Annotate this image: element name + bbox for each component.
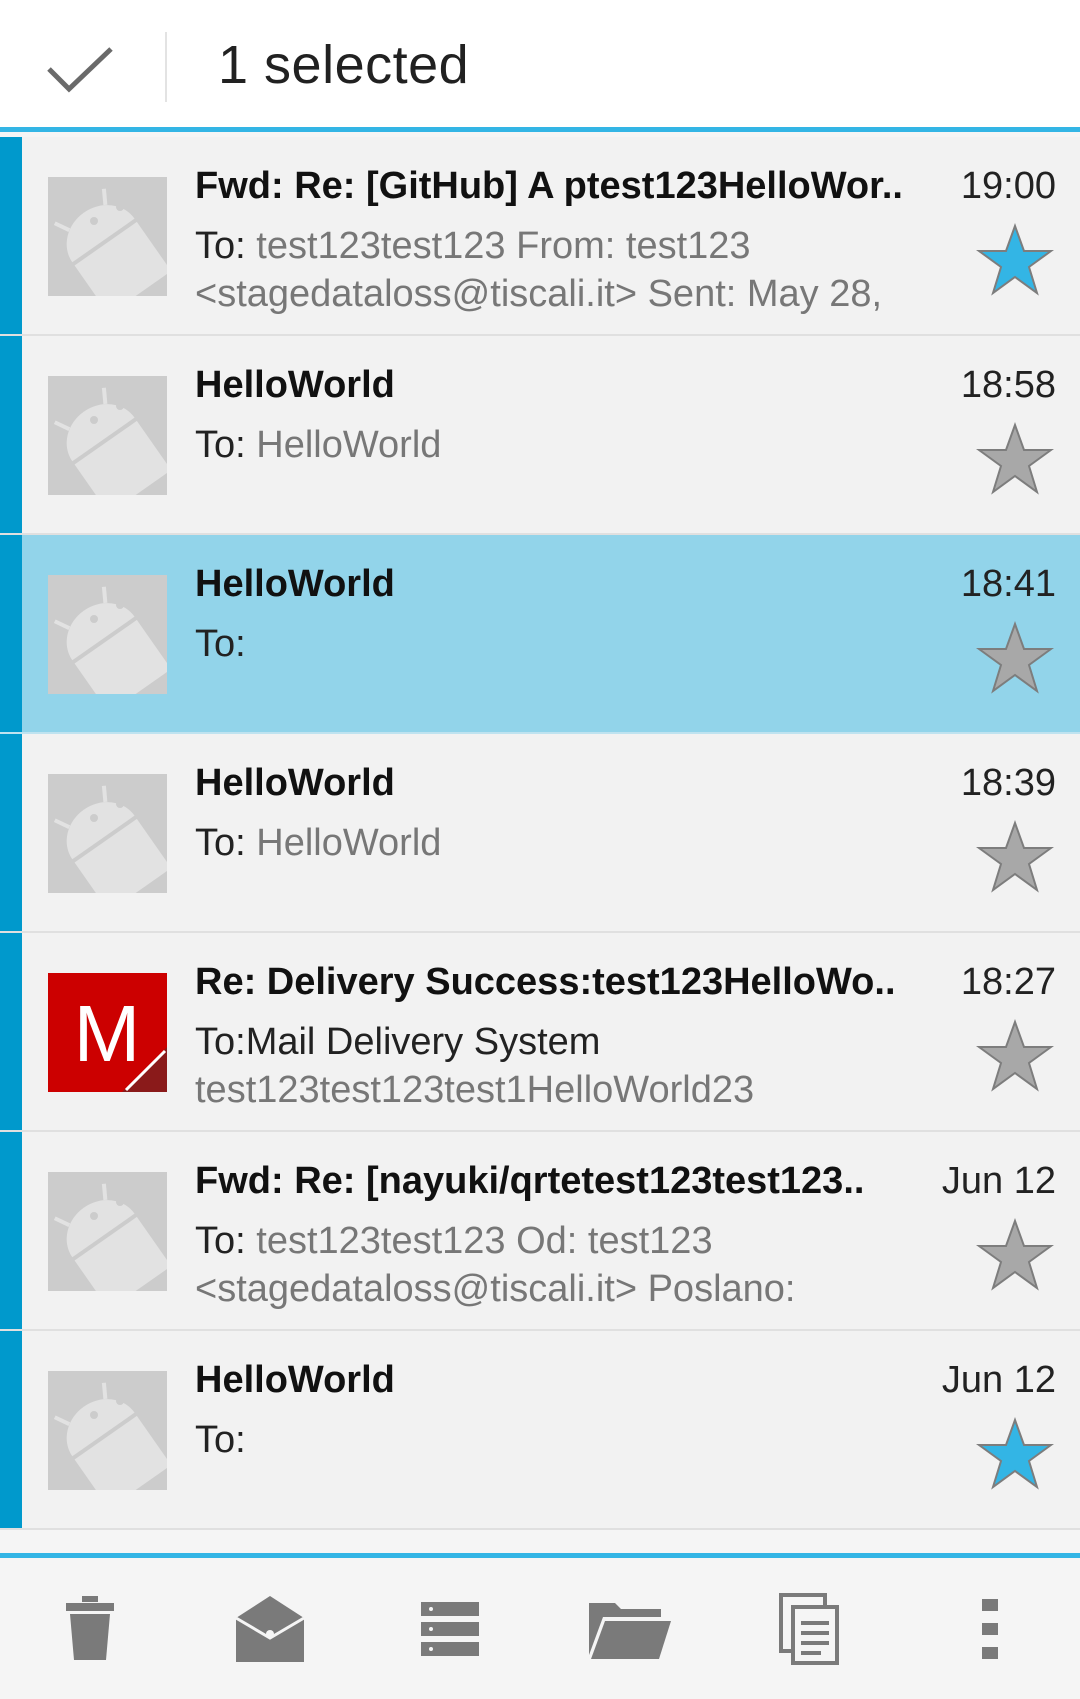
message-row[interactable]: Fwd: Re: [GitHub] A ptest123HelloWor.. 19… [0, 137, 1080, 336]
bottom-toolbar [0, 1558, 1080, 1699]
message-recipients: To: HelloWorld [195, 424, 955, 467]
star-toggle[interactable] [975, 1019, 1055, 1093]
android-avatar-icon [48, 1371, 172, 1509]
message-row[interactable]: HelloWorld Jun 12 To: [0, 1331, 1080, 1530]
star-outline-icon [975, 1218, 1055, 1291]
message-preview: test123test123test1HelloWorld23 [195, 1069, 755, 1111]
action-bar-divider [165, 32, 167, 102]
account-color-chip [0, 535, 22, 732]
message-recipients: To: HelloWorld [195, 822, 955, 865]
android-avatar-icon [48, 774, 172, 912]
message-recipients: To: test123test123 From: test123 [195, 225, 955, 268]
to-label: To:Mail Delivery System [195, 1021, 601, 1063]
list-icon [421, 1601, 479, 1656]
to-label: To: [195, 623, 246, 665]
message-recipients: To: test123test123 Od: test123 [195, 1220, 955, 1263]
done-button[interactable] [20, 20, 140, 120]
star-toggle[interactable] [975, 1218, 1055, 1292]
star-outline-icon [975, 1019, 1055, 1092]
message-subject: HelloWorld [195, 364, 395, 406]
sender-avatar[interactable]: M [48, 973, 167, 1092]
message-time: Jun 12 [941, 1160, 1056, 1202]
checkmark-icon [47, 47, 113, 93]
message-recipients: To:Mail Delivery System [195, 1021, 955, 1064]
message-subject: Fwd: Re: [GitHub] A ptest123HelloWor.. [195, 165, 903, 207]
message-subject: HelloWorld [195, 762, 395, 804]
message-subject: Re: Delivery Success:test123HelloWo.. [195, 961, 896, 1003]
message-time: 19:00 [960, 165, 1056, 207]
message-subject: HelloWorld [195, 1359, 395, 1401]
star-outline-icon [975, 422, 1055, 495]
android-avatar-icon [48, 1172, 172, 1310]
account-color-chip [0, 1132, 22, 1329]
message-time: 18:27 [960, 961, 1056, 1003]
account-color-chip [0, 734, 22, 931]
message-preview: <stagedataloss@tiscali.it> Poslano: [195, 1268, 796, 1310]
star-toggle[interactable] [975, 422, 1055, 496]
action-bar-accent-line [0, 127, 1080, 132]
star-toggle[interactable] [975, 1417, 1055, 1491]
star-toggle[interactable] [975, 621, 1055, 695]
star-outline-icon [975, 820, 1055, 893]
to-value: test123test123 From: test123 [245, 225, 751, 267]
letter-m-avatar-icon: M [48, 973, 167, 1092]
to-label: To: [195, 1220, 246, 1262]
message-row[interactable]: Fwd: Re: [nayuki/qrtetest123test123.. Jun… [0, 1132, 1080, 1331]
android-avatar-icon [48, 575, 172, 713]
to-label: To: [195, 225, 246, 267]
to-value: HelloWorld [245, 424, 442, 466]
star-outline-icon [975, 621, 1055, 694]
to-label: To: [195, 424, 246, 466]
delete-button[interactable] [0, 1558, 180, 1699]
android-avatar-icon [48, 177, 172, 315]
trash-icon [66, 1595, 114, 1660]
copy-button[interactable] [720, 1558, 900, 1699]
account-color-chip [0, 137, 22, 334]
mark-read-button[interactable] [180, 1558, 360, 1699]
android-avatar-icon [48, 376, 172, 514]
move-to-list-button[interactable] [360, 1558, 540, 1699]
message-row[interactable]: HelloWorld 18:39 To: HelloWorld [0, 734, 1080, 933]
selection-count-title: 1 selected [218, 35, 470, 95]
folder-icon [589, 1602, 671, 1659]
to-label: To: [195, 1419, 246, 1461]
contextual-action-bar: 1 selected [0, 0, 1080, 132]
message-time: Jun 12 [941, 1359, 1056, 1401]
message-recipients: To: [195, 1419, 955, 1462]
copy-icon [779, 1592, 839, 1665]
sender-avatar[interactable] [48, 1371, 172, 1509]
message-row[interactable]: HelloWorld 18:41 To: [0, 535, 1080, 734]
message-preview: <stagedataloss@tiscali.it> Sent: May 28, [195, 273, 883, 315]
sender-avatar[interactable] [48, 575, 172, 713]
star-filled-icon [975, 223, 1055, 296]
account-color-chip [0, 336, 22, 533]
sender-avatar[interactable] [48, 177, 172, 315]
message-subject: HelloWorld [195, 563, 395, 605]
message-time: 18:39 [960, 762, 1056, 804]
account-color-chip [0, 933, 22, 1130]
to-label: To: [195, 822, 246, 864]
move-to-folder-button[interactable] [540, 1558, 720, 1699]
message-list[interactable]: Fwd: Re: [GitHub] A ptest123HelloWor.. 19… [0, 137, 1080, 1530]
star-toggle[interactable] [975, 820, 1055, 894]
message-row[interactable]: HelloWorld 18:58 To: HelloWorld [0, 336, 1080, 535]
sender-avatar[interactable] [48, 774, 172, 912]
to-value: HelloWorld [245, 822, 442, 864]
message-subject: Fwd: Re: [nayuki/qrtetest123test123.. [195, 1160, 865, 1202]
star-filled-icon [975, 1417, 1055, 1490]
to-value: test123test123 Od: test123 [245, 1220, 713, 1262]
message-time: 18:41 [960, 563, 1056, 605]
message-time: 18:58 [960, 364, 1056, 406]
account-color-chip [0, 1331, 22, 1528]
star-toggle[interactable] [975, 223, 1055, 297]
message-recipients: To: [195, 623, 955, 666]
mark-read-envelope-icon [235, 1595, 305, 1662]
overflow-menu-icon [982, 1598, 998, 1659]
sender-avatar[interactable] [48, 376, 172, 514]
sender-avatar[interactable] [48, 1172, 172, 1310]
message-row[interactable]: M Re: Delivery Success:test123HelloWo.. 18… [0, 933, 1080, 1132]
avatar-letter: M [74, 989, 141, 1078]
overflow-menu-button[interactable] [900, 1558, 1080, 1699]
